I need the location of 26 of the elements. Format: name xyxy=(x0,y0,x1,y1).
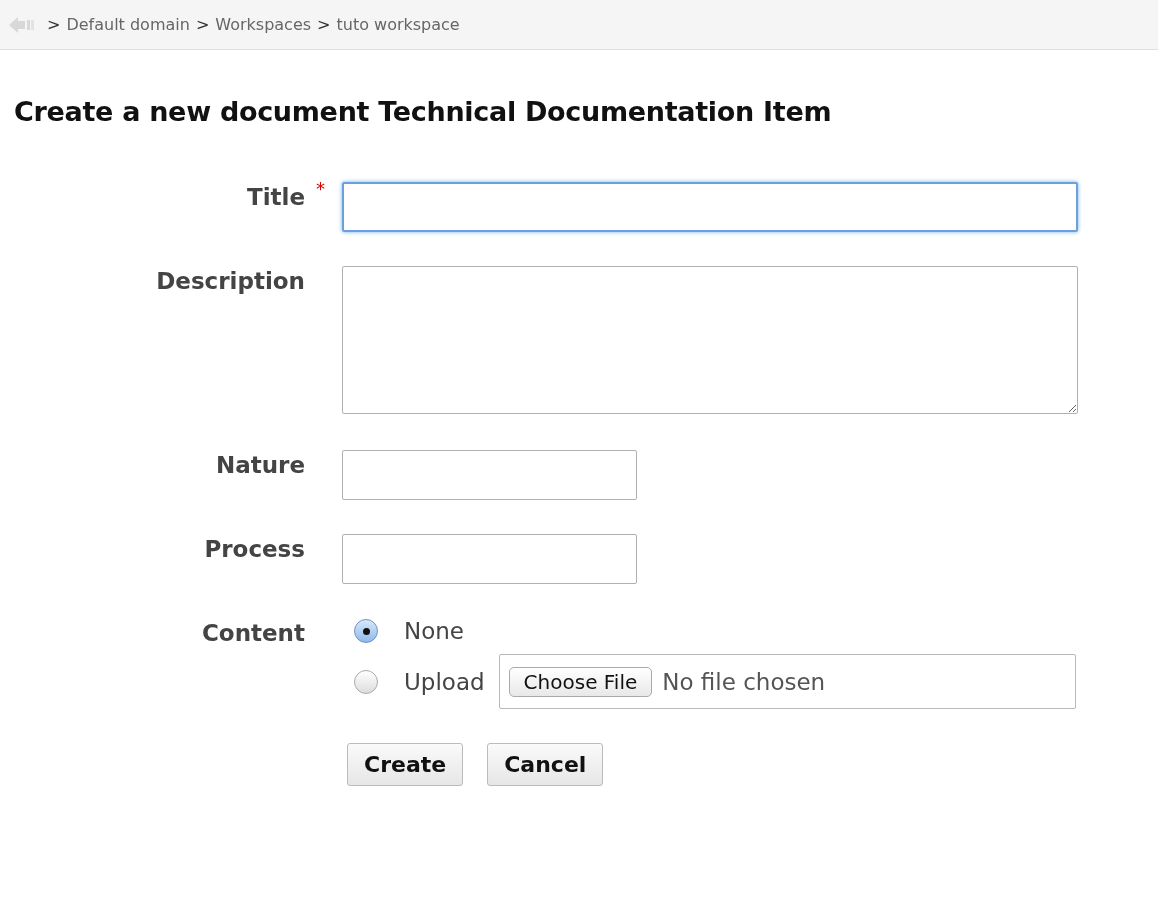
breadcrumb-link[interactable]: Workspaces xyxy=(215,15,312,34)
create-button[interactable]: Create xyxy=(347,743,464,786)
field-label: Content xyxy=(201,620,305,646)
text-input-field[interactable] xyxy=(342,534,637,584)
text-input-field[interactable] xyxy=(342,450,637,500)
field-label: Process xyxy=(204,536,305,562)
breadcrumb-separator: > xyxy=(317,15,331,34)
required-mark: * xyxy=(316,180,325,198)
back-arrow-icon[interactable] xyxy=(9,14,35,35)
radio-label: Upload xyxy=(404,668,485,695)
radio-button[interactable] xyxy=(354,669,378,694)
breadcrumb-link[interactable]: Default domain xyxy=(66,15,190,34)
page-heading: Create a new document Technical Documentation Item xyxy=(14,96,833,127)
text-input-field[interactable] xyxy=(342,182,1078,232)
radio-button[interactable] xyxy=(354,619,378,643)
choose-file-button[interactable]: Choose File xyxy=(508,666,653,697)
breadcrumb-separator: > xyxy=(47,15,61,34)
file-status-text: No file chosen xyxy=(662,668,826,695)
radio-label: None xyxy=(404,618,464,644)
field-label: Nature xyxy=(215,452,305,478)
file-input-field[interactable]: Choose File No file chosen xyxy=(498,654,1076,709)
breadcrumb-link[interactable]: tuto workspace xyxy=(336,15,460,34)
breadcrumb-separator: > xyxy=(195,15,210,34)
create-button[interactable]: Cancel xyxy=(487,743,604,786)
field-label: Description xyxy=(156,268,305,294)
field-label: Title xyxy=(246,184,305,210)
